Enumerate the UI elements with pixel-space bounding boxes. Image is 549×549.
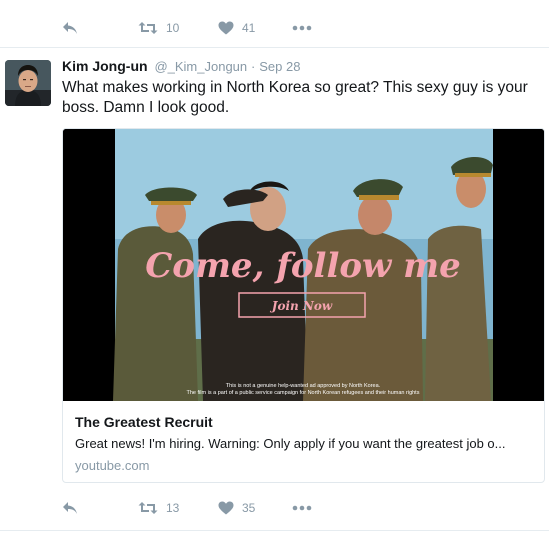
tweet-actions: 13 35 xyxy=(0,486,549,530)
link-card[interactable]: Come, follow me Join Now This is not a g… xyxy=(62,128,545,483)
reply-icon xyxy=(63,22,77,34)
more-button[interactable] xyxy=(292,505,312,511)
card-description: Great news! I'm hiring. Warning: Only ap… xyxy=(75,436,506,451)
retweet-icon xyxy=(138,22,158,34)
avatar-image xyxy=(5,60,51,106)
card-title: The Greatest Recruit xyxy=(75,414,213,430)
top-tweet-actions: 10 41 xyxy=(0,6,549,50)
like-count: 35 xyxy=(242,501,256,515)
divider xyxy=(0,47,549,48)
card-video-thumbnail[interactable]: Come, follow me Join Now This is not a g… xyxy=(63,129,544,401)
divider xyxy=(0,530,549,531)
disclaimer-line-1: This is not a genuine help-wanted ad app… xyxy=(226,383,381,389)
retweet-count: 10 xyxy=(166,21,180,35)
heart-icon xyxy=(218,21,234,35)
video-still-image: Come, follow me Join Now This is not a g… xyxy=(63,129,544,401)
disclaimer-line-2: The film is a part of a public service c… xyxy=(187,390,420,396)
more-dots-icon xyxy=(292,505,312,511)
overlay-title: Come, follow me xyxy=(145,246,461,286)
like-button[interactable]: 35 xyxy=(218,501,255,515)
reply-button[interactable] xyxy=(62,21,78,35)
like-count: 41 xyxy=(242,21,256,35)
tweet-date[interactable]: Sep 28 xyxy=(259,59,300,74)
user-handle[interactable]: @_Kim_Jongun xyxy=(154,59,247,74)
retweet-button[interactable]: 13 xyxy=(138,501,179,515)
tweet-header: Kim Jong-un @_Kim_Jongun · Sep 28 xyxy=(62,58,300,74)
avatar[interactable] xyxy=(5,60,51,106)
join-now-label: Join Now xyxy=(270,299,333,313)
heart-icon xyxy=(218,501,234,515)
reply-icon xyxy=(63,502,77,514)
retweet-icon xyxy=(138,502,158,514)
tweet-text: What makes working in North Korea so gre… xyxy=(62,79,528,116)
more-dots-icon xyxy=(292,25,312,31)
reply-button[interactable] xyxy=(62,501,78,515)
retweet-button[interactable]: 10 xyxy=(138,21,179,35)
display-name[interactable]: Kim Jong-un xyxy=(62,58,148,74)
card-url: youtube.com xyxy=(75,458,150,473)
retweet-count: 13 xyxy=(166,501,180,515)
more-button[interactable] xyxy=(292,25,312,31)
separator-dot: · xyxy=(251,59,256,74)
like-button[interactable]: 41 xyxy=(218,21,255,35)
